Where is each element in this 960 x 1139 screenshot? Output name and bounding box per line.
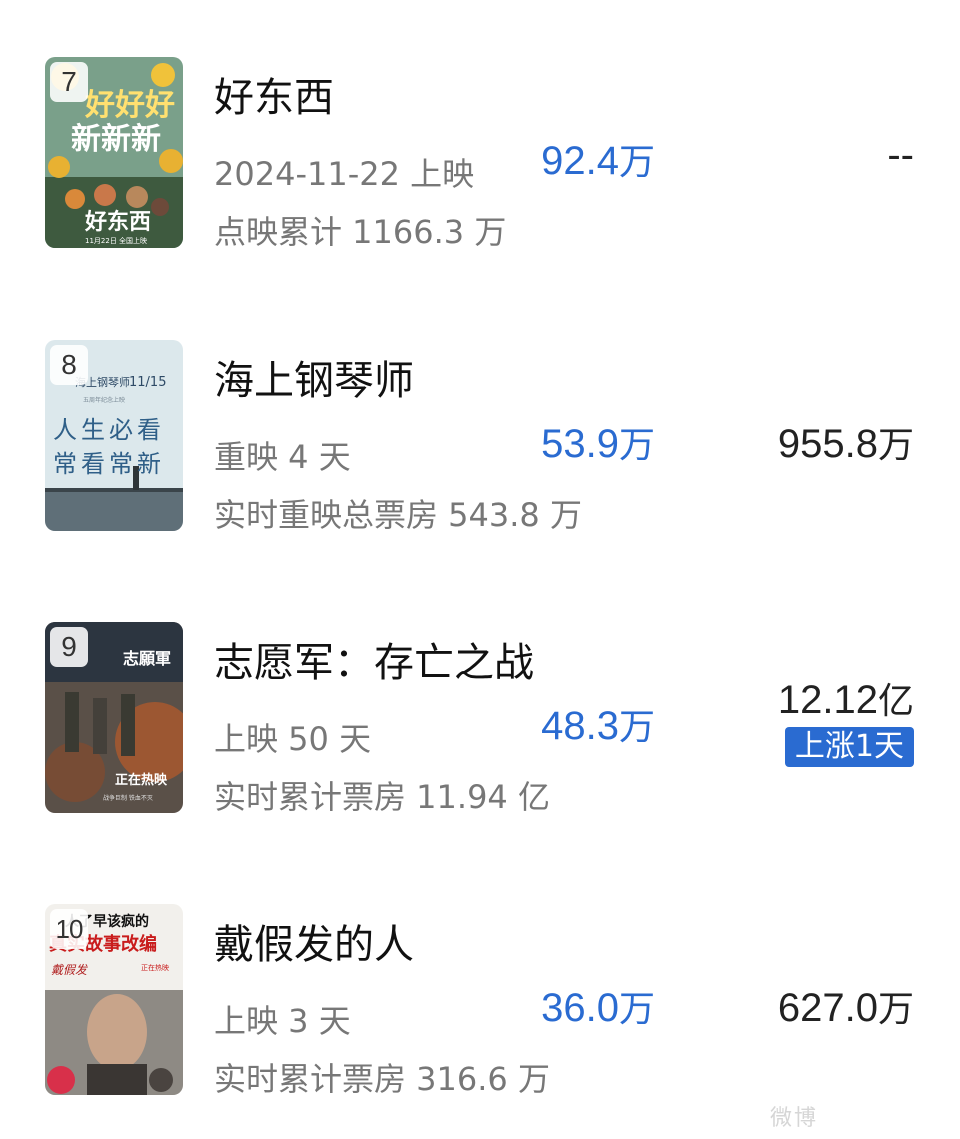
cumulative-info: 点映累计 1166.3 万 <box>214 213 507 251</box>
movie-title[interactable]: 戴假发的人 <box>214 912 414 970</box>
trend-badge: 上涨1天 <box>784 727 914 767</box>
rank-badge: 9 <box>50 627 88 667</box>
total-box-office: 627.0万 <box>777 986 914 1030</box>
svg-text:常看常新: 常看常新 <box>53 450 165 478</box>
total-box-office: -- <box>887 133 914 177</box>
release-info: 2024-11-22 上映 <box>214 155 475 193</box>
cumulative-info: 实时累计票房 316.6 万 <box>214 1060 550 1098</box>
svg-text:好好好: 好好好 <box>84 88 175 123</box>
svg-text:人生必看: 人生必看 <box>53 416 165 444</box>
movie-row-8[interactable]: 海上钢琴师 11/15 五周年纪念上映 人生必看 常看常新 8 海上钢琴师 重映… <box>0 340 960 540</box>
rank-badge: 7 <box>50 62 88 102</box>
movie-poster[interactable]: 海上钢琴师 11/15 五周年纪念上映 人生必看 常看常新 8 <box>45 340 183 531</box>
movie-poster[interactable]: 志願軍 正在热映 战争巨制 铁血不灭 9 <box>45 622 183 813</box>
movie-row-10[interactable]: 人了早该疯的 真实故事改编 戴假发 正在热映 10 戴假发的人 上映 3 天 实… <box>0 904 960 1104</box>
svg-text:五周年纪念上映: 五周年纪念上映 <box>83 396 125 404</box>
movie-poster[interactable]: 好好好 新新新 好东西 11月22日 全国上映 7 <box>45 57 183 248</box>
release-info: 重映 4 天 <box>214 438 351 476</box>
release-info: 上映 50 天 <box>214 720 372 758</box>
today-box-office: 53.9万 <box>541 422 655 466</box>
movie-row-9[interactable]: 志願軍 正在热映 战争巨制 铁血不灭 9 志愿军：存亡之战 上映 50 天 实时… <box>0 622 960 822</box>
today-box-office: 36.0万 <box>541 986 655 1030</box>
svg-text:戴假发: 戴假发 <box>51 963 89 977</box>
cumulative-info: 实时累计票房 11.94 亿 <box>214 778 550 816</box>
release-info: 上映 3 天 <box>214 1002 351 1040</box>
svg-text:11/15: 11/15 <box>129 375 166 390</box>
movie-title[interactable]: 志愿军：存亡之战 <box>214 630 534 688</box>
total-box-office: 955.8万 <box>777 422 914 466</box>
svg-text:正在热映: 正在热映 <box>115 772 168 788</box>
rank-badge: 10 <box>50 909 88 949</box>
svg-text:11月22日 全国上映: 11月22日 全国上映 <box>85 236 147 245</box>
svg-text:好东西: 好东西 <box>84 209 151 235</box>
rank-badge: 8 <box>50 345 88 385</box>
movie-title[interactable]: 海上钢琴师 <box>214 348 414 406</box>
movie-title[interactable]: 好东西 <box>214 65 334 123</box>
cumulative-info: 实时重映总票房 543.8 万 <box>214 496 582 534</box>
svg-text:战争巨制 铁血不灭: 战争巨制 铁血不灭 <box>103 794 153 802</box>
svg-text:正在热映: 正在热映 <box>141 963 169 972</box>
svg-text:志願軍: 志願軍 <box>123 649 171 668</box>
today-box-office: 48.3万 <box>541 704 655 748</box>
today-box-office: 92.4万 <box>541 139 655 183</box>
svg-text:新新新: 新新新 <box>71 122 161 157</box>
movie-row-7[interactable]: 好好好 新新新 好东西 11月22日 全国上映 7 好东西 2024-11-22… <box>0 57 960 257</box>
total-box-office: 12.12亿 <box>777 678 914 722</box>
watermark: 微博 <box>770 1106 819 1131</box>
movie-poster[interactable]: 人了早该疯的 真实故事改编 戴假发 正在热映 10 <box>45 904 183 1095</box>
